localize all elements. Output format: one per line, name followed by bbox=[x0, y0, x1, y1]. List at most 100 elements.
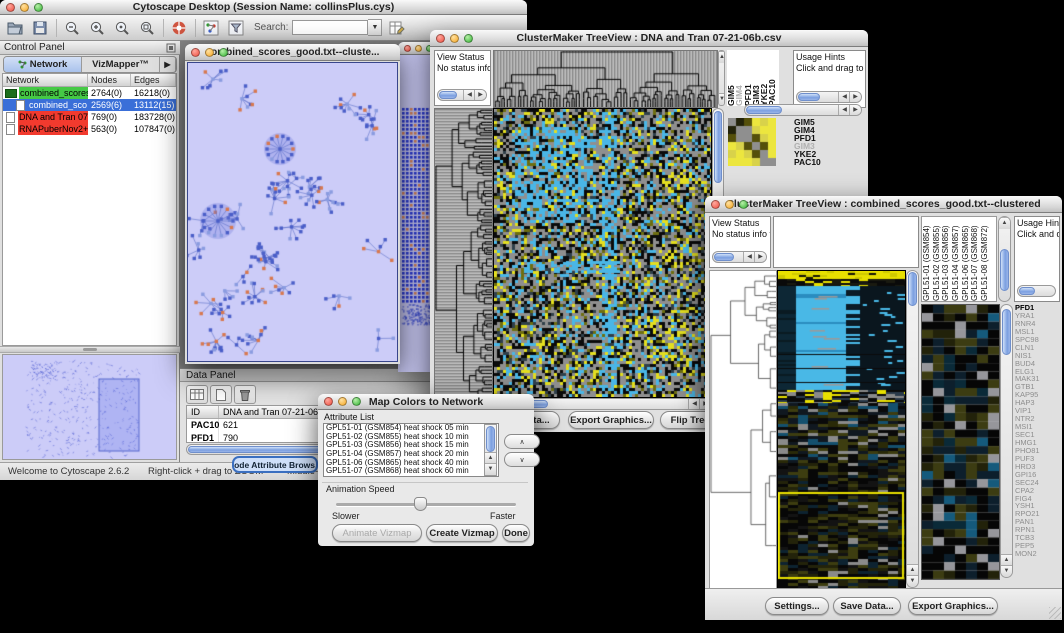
gene-label[interactable]: BUD4 bbox=[1015, 360, 1061, 368]
gene-label[interactable]: RPO21 bbox=[1015, 510, 1061, 518]
search-dropdown-button[interactable]: ▼ bbox=[368, 19, 382, 36]
zoom-window-button[interactable] bbox=[219, 48, 228, 57]
column-label[interactable]: PAC10 bbox=[768, 50, 776, 106]
minimize-button[interactable] bbox=[338, 397, 347, 406]
save-data-button[interactable]: Save Data... bbox=[833, 597, 901, 615]
gene-label[interactable]: HRD3 bbox=[1015, 463, 1061, 471]
minimize-button[interactable] bbox=[415, 45, 422, 52]
close-button[interactable] bbox=[6, 3, 15, 12]
gene-label[interactable]: TCB3 bbox=[1015, 534, 1061, 542]
row-dendrogram-canvas[interactable] bbox=[709, 270, 777, 590]
view-status-scrollbar[interactable]: ◀ ▶ bbox=[712, 251, 767, 263]
zoom-heatmap-canvas[interactable] bbox=[921, 304, 1000, 580]
treeview1-titlebar[interactable]: ClusterMaker TreeView : DNA and Tran 07-… bbox=[430, 30, 868, 47]
tab-vizmapper[interactable]: VizMapper™ bbox=[82, 57, 160, 72]
attribute-list[interactable]: GPL51-01 (GSM854) heat shock 05 minGPL51… bbox=[323, 423, 499, 477]
gene-label[interactable]: KAP95 bbox=[1015, 391, 1061, 399]
usage-hints-scrollbar[interactable] bbox=[1017, 285, 1056, 297]
column-label[interactable]: GPL51-08 (GSM872) bbox=[980, 217, 990, 301]
network-overview-canvas[interactable] bbox=[3, 355, 176, 459]
column-label[interactable]: PFD1 bbox=[744, 50, 752, 106]
gene-label[interactable]: MAK31 bbox=[1015, 375, 1061, 383]
new-attribute-icon[interactable] bbox=[210, 385, 232, 404]
zoom-window-button[interactable] bbox=[464, 34, 473, 43]
global-heatmap-canvas[interactable] bbox=[493, 108, 712, 398]
search-input[interactable] bbox=[292, 20, 368, 35]
column-label[interactable]: GPL51-06 (GSM865) bbox=[961, 217, 971, 301]
zoom-fit-icon[interactable] bbox=[137, 19, 157, 37]
column-label[interactable]: GPL51-07 (GSM868) bbox=[970, 217, 980, 301]
row-label[interactable]: PAC10 bbox=[794, 158, 834, 166]
move-up-button[interactable]: ∧ bbox=[504, 434, 540, 449]
float-panel-icon[interactable] bbox=[166, 43, 176, 53]
column-dendrogram-panel[interactable] bbox=[773, 216, 919, 268]
attribute-browser-icon[interactable] bbox=[387, 19, 407, 37]
delete-attribute-icon[interactable] bbox=[234, 385, 256, 404]
gene-label[interactable]: SPC98 bbox=[1015, 336, 1061, 344]
network-overview-panel[interactable] bbox=[2, 354, 177, 460]
network-canvas[interactable] bbox=[188, 63, 397, 361]
zoom-vscrollbar[interactable]: ▲ ▼ bbox=[1000, 304, 1013, 578]
zoom-hscrollbar[interactable]: ◀ ▶ bbox=[744, 104, 862, 116]
gene-label[interactable]: GPI16 bbox=[1015, 471, 1061, 479]
save-icon[interactable] bbox=[30, 19, 50, 37]
gene-label[interactable]: RPN1 bbox=[1015, 526, 1061, 534]
gene-label[interactable]: VIP1 bbox=[1015, 407, 1061, 415]
column-label[interactable]: GIM4 bbox=[735, 50, 743, 106]
minimize-button[interactable] bbox=[725, 200, 734, 209]
export-graphics-button[interactable]: Export Graphics... bbox=[568, 411, 654, 429]
help-lifering-icon[interactable] bbox=[169, 19, 189, 37]
view-status-scrollbar[interactable]: ◀ ▶ bbox=[437, 89, 487, 101]
global-heatmap-canvas[interactable] bbox=[777, 270, 906, 590]
network-tree-row[interactable]: DNA and Tran 07769(0)183728(0) bbox=[3, 111, 176, 123]
gene-label[interactable]: CLN1 bbox=[1015, 344, 1061, 352]
gene-label[interactable]: PUF3 bbox=[1015, 455, 1061, 463]
main-titlebar[interactable]: Cytoscape Desktop (Session Name: collins… bbox=[0, 0, 527, 15]
zoom-in-icon[interactable] bbox=[87, 19, 107, 37]
export-graphics-button[interactable]: Export Graphics... bbox=[908, 597, 998, 615]
heatmap-vscrollbar[interactable]: ▲ ▼ bbox=[906, 270, 919, 588]
filter-icon[interactable] bbox=[226, 19, 246, 37]
close-button[interactable] bbox=[191, 48, 200, 57]
tab-overflow-arrow[interactable]: ▶ bbox=[160, 57, 176, 72]
tab-network[interactable]: Network bbox=[4, 57, 82, 72]
column-dendrogram-canvas[interactable] bbox=[493, 50, 718, 108]
network-tree-row[interactable]: RNAPuberNov2+|563(0)107847(0) bbox=[3, 123, 176, 135]
animate-vizmap-button[interactable]: Animate Vizmap bbox=[332, 524, 422, 542]
panel-splitter[interactable] bbox=[0, 346, 180, 353]
gene-label[interactable]: HMG1 bbox=[1015, 439, 1061, 447]
gene-label[interactable]: SEC1 bbox=[1015, 431, 1061, 439]
row-dendrogram-canvas[interactable] bbox=[434, 108, 493, 398]
network-snapshot-icon[interactable] bbox=[201, 19, 221, 37]
mini-vscrollbar[interactable]: ▲ ▼ bbox=[718, 50, 725, 106]
close-button[interactable] bbox=[436, 34, 445, 43]
gene-label[interactable]: MON2 bbox=[1015, 550, 1061, 558]
minimize-button[interactable] bbox=[205, 48, 214, 57]
zoom-window-button[interactable] bbox=[352, 397, 361, 406]
gene-label[interactable]: GTB1 bbox=[1015, 383, 1061, 391]
zoom-out-icon[interactable] bbox=[62, 19, 82, 37]
node-attribute-browser-tab[interactable]: Node Attribute Brows... bbox=[232, 456, 318, 473]
gene-label[interactable]: NTR2 bbox=[1015, 415, 1061, 423]
gene-label[interactable]: CPA2 bbox=[1015, 487, 1061, 495]
network-tree-row[interactable]: combined_scores2764(0)16218(0) bbox=[3, 87, 176, 99]
gene-label[interactable]: NIS1 bbox=[1015, 352, 1061, 360]
dialog-titlebar[interactable]: Map Colors to Network bbox=[318, 394, 534, 410]
close-button[interactable] bbox=[711, 200, 720, 209]
done-button[interactable]: Done bbox=[502, 524, 530, 542]
close-button[interactable] bbox=[404, 45, 411, 52]
zoom-window-button[interactable] bbox=[34, 3, 43, 12]
network-tree-row[interactable]: combined_sco2569(6)13112(15) bbox=[3, 99, 176, 111]
treeview2-titlebar[interactable]: ClusterMaker TreeView : combined_scores_… bbox=[705, 196, 1062, 213]
create-vizmap-button[interactable]: Create Vizmap bbox=[426, 524, 498, 542]
gene-label[interactable]: ELG1 bbox=[1015, 368, 1061, 376]
zoom-window-button[interactable] bbox=[739, 200, 748, 209]
attribute-list-item[interactable]: GPL51-07 (GSM868) heat shock 60 min bbox=[324, 467, 498, 476]
column-label[interactable]: GPL51-02 (GSM855) bbox=[932, 217, 942, 301]
gene-label[interactable]: RNR4 bbox=[1015, 320, 1061, 328]
gene-label[interactable]: PHO81 bbox=[1015, 447, 1061, 455]
zoom-selected-icon[interactable] bbox=[112, 19, 132, 37]
open-file-icon[interactable] bbox=[5, 19, 25, 37]
zoom-heatmap-canvas[interactable] bbox=[728, 118, 776, 166]
network-view-titlebar[interactable]: combined_scores_good.txt--cluste... bbox=[185, 44, 400, 61]
